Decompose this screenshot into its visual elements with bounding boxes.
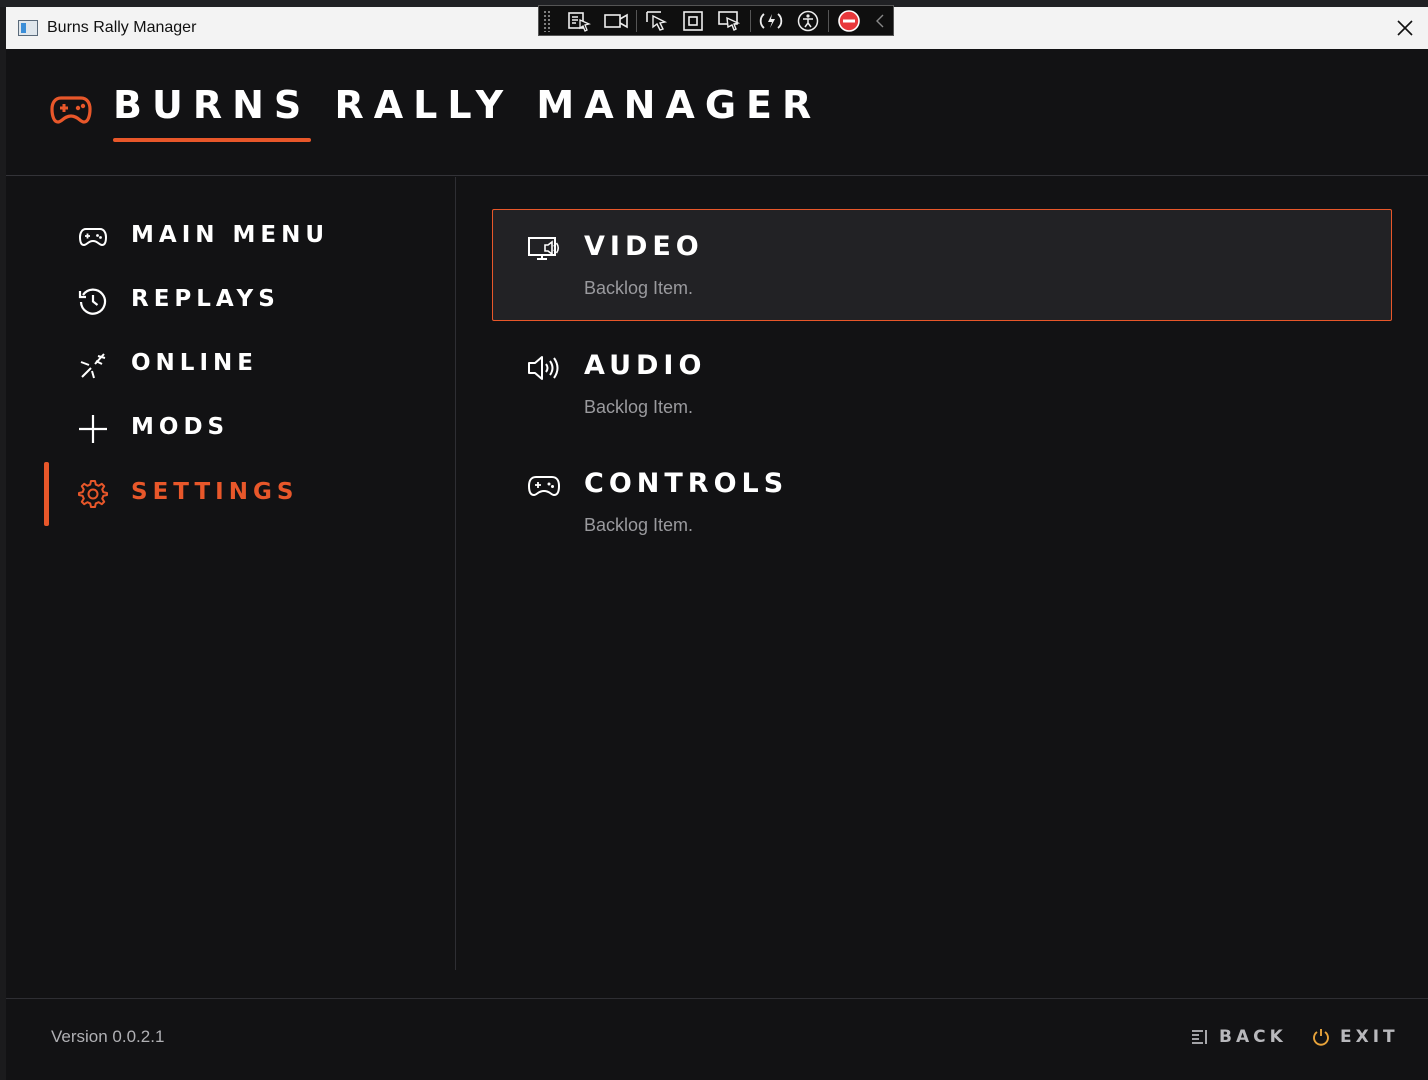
- settings-item-title: CONTROLS: [584, 468, 789, 499]
- sidebar-nav: MAIN MENU REPLAYS ONLINE MODS SETTINGS: [6, 177, 456, 970]
- disconnected-icon: [78, 350, 108, 380]
- gear-icon: [78, 479, 108, 509]
- gamepad-icon: [527, 471, 561, 501]
- pointer-icon: [646, 10, 668, 31]
- version-label: Version 0.0.2.1: [51, 1027, 165, 1046]
- app-footer: Version 0.0.2.1 BACK EXIT: [6, 998, 1428, 1080]
- collapse-toolbar-button[interactable]: [867, 6, 893, 35]
- hot-reload-icon: [760, 12, 783, 29]
- frame-icon: [683, 10, 704, 31]
- sidebar-item-main-menu[interactable]: MAIN MENU: [6, 206, 446, 268]
- window-close-button[interactable]: [1390, 13, 1420, 43]
- toolbar-separator: [635, 9, 637, 32]
- settings-item-title: VIDEO: [584, 231, 704, 262]
- sidebar-item-replays[interactable]: REPLAYS: [6, 270, 446, 332]
- app-title: BURNS RALLY MANAGER: [113, 83, 822, 127]
- stop-button[interactable]: [831, 6, 867, 35]
- exit-button[interactable]: EXIT: [1312, 1025, 1399, 1049]
- sidebar-item-label: SETTINGS: [131, 479, 299, 505]
- accessibility-icon: [797, 10, 818, 31]
- select-element-icon: [568, 11, 592, 32]
- touch-pointer-icon: [718, 10, 740, 31]
- history-icon: [78, 286, 108, 316]
- collapse-chevron-icon: [876, 14, 884, 27]
- debug-toolbar: [538, 5, 894, 36]
- toolbar-grip-icon[interactable]: [543, 9, 551, 32]
- gamepad-icon: [78, 222, 108, 252]
- sidebar-item-label: ONLINE: [131, 350, 258, 376]
- settings-item-subtitle: Backlog Item.: [584, 397, 694, 417]
- back-button-label: BACK: [1219, 1027, 1287, 1047]
- settings-item-controls[interactable]: CONTROLS Backlog Item.: [492, 446, 1392, 558]
- frame-button[interactable]: [675, 6, 711, 35]
- sidebar-item-mods[interactable]: MODS: [6, 398, 446, 460]
- settings-item-audio[interactable]: AUDIO Backlog Item.: [492, 328, 1392, 440]
- back-menu-icon: [1192, 1030, 1207, 1044]
- video-record-icon: [603, 13, 628, 28]
- back-button[interactable]: BACK: [1191, 1025, 1287, 1049]
- sidebar-item-label: MAIN MENU: [131, 222, 330, 248]
- app-window: BURNS RALLY MANAGER MAIN MENU REPLAYS ON…: [6, 49, 1428, 1080]
- touch-pointer-button[interactable]: [712, 6, 748, 35]
- sidebar-item-label: MODS: [131, 414, 230, 440]
- sidebar-item-label: REPLAYS: [131, 286, 280, 312]
- sidebar-item-online[interactable]: ONLINE: [6, 334, 446, 396]
- title-underline: [113, 138, 311, 142]
- sidebar-item-settings[interactable]: SETTINGS: [6, 463, 446, 525]
- toolbar-separator: [750, 9, 752, 32]
- stop-icon: [838, 9, 860, 32]
- select-element-button[interactable]: [561, 6, 597, 35]
- settings-item-subtitle: Backlog Item.: [584, 515, 694, 535]
- hot-reload-button[interactable]: [753, 6, 789, 35]
- speaker-icon: [527, 353, 561, 383]
- settings-item-subtitle: Backlog Item.: [584, 278, 694, 298]
- app-header: BURNS RALLY MANAGER: [6, 49, 1428, 176]
- gamepad-icon: [50, 95, 92, 129]
- exit-button-label: EXIT: [1340, 1027, 1399, 1047]
- app-icon: [18, 20, 38, 36]
- settings-item-video[interactable]: VIDEO Backlog Item.: [492, 209, 1392, 321]
- close-icon: [1397, 20, 1413, 36]
- power-icon: [1313, 1029, 1329, 1046]
- accessibility-button[interactable]: [789, 6, 825, 35]
- display-sound-icon: [527, 234, 561, 264]
- settings-item-title: AUDIO: [584, 350, 707, 381]
- pointer-button[interactable]: [639, 6, 675, 35]
- video-record-button[interactable]: [597, 6, 633, 35]
- plus-icon: [78, 414, 108, 444]
- toolbar-separator: [827, 9, 829, 32]
- window-title: Burns Rally Manager: [47, 19, 197, 36]
